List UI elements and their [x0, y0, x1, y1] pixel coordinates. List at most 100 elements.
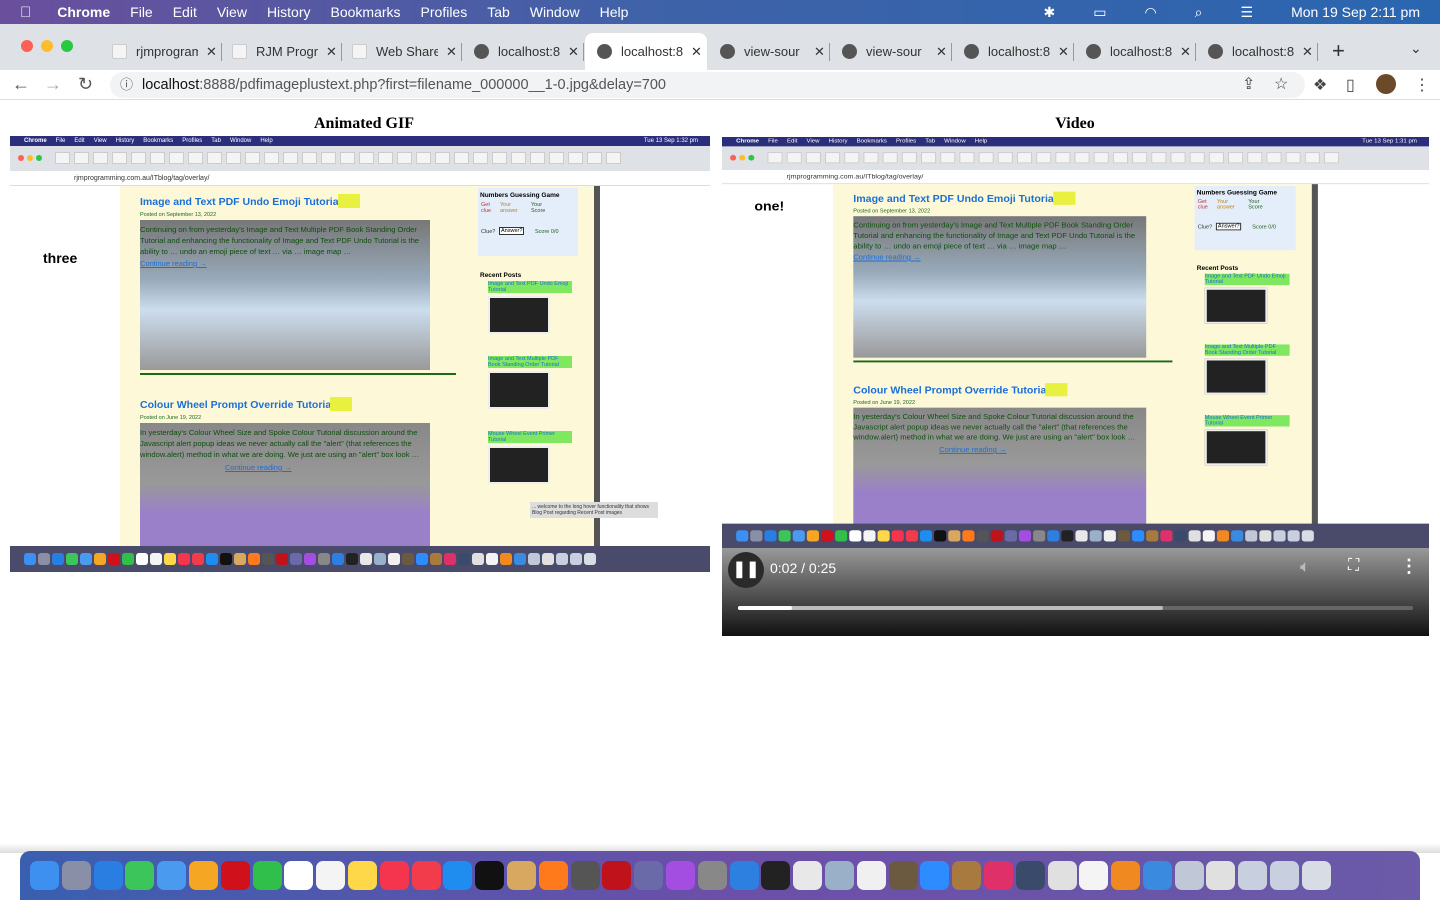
tab[interactable]: localhost:8 ✕ [585, 33, 707, 70]
dock-reminders-icon[interactable] [316, 861, 346, 890]
tab[interactable]: rjmprogram ✕ [100, 33, 222, 70]
tab[interactable]: view-sour ✕ [708, 33, 830, 70]
dock-gimp-icon[interactable] [888, 861, 918, 890]
tab-close-icon[interactable]: ✕ [691, 44, 702, 60]
extensions-icon[interactable]: ❖ [1313, 75, 1327, 95]
bookmark-star-icon[interactable]: ☆ [1274, 72, 1288, 98]
back-button[interactable]: ← [12, 74, 30, 95]
dock-opera-icon[interactable] [220, 861, 250, 890]
menu-help[interactable]: Help [600, 4, 629, 20]
inner-recent-post-link[interactable]: Mouse Wheel Event Primer Tutorial [488, 431, 572, 443]
inner-recent-post-link[interactable]: Image and Text Multiple PDF Book Standin… [488, 356, 572, 368]
more-options-icon[interactable]: ⋮ [1400, 556, 1418, 577]
inner-continue-link[interactable]: Continue reading → [225, 463, 292, 472]
dock-zoom-icon[interactable] [920, 861, 950, 890]
address-bar[interactable]: ⓘ localhost:8888/pdfimageplustext.php?fi… [110, 72, 1305, 98]
tab[interactable]: Web Share ✕ [340, 33, 462, 70]
dock-podcasts-icon[interactable] [665, 861, 695, 890]
zoom-window-button[interactable] [61, 40, 73, 52]
dock-filezilla-icon[interactable] [602, 861, 632, 890]
dock-firefox-icon[interactable] [538, 861, 568, 890]
dock-mail-icon[interactable] [157, 861, 187, 890]
dock-mamp-icon[interactable] [793, 861, 823, 890]
video-player[interactable]: Chrome File Edit View History Bookmarks Profil… [722, 137, 1429, 636]
dock-trash-icon[interactable] [1301, 861, 1331, 890]
tab[interactable]: localhost:8 ✕ [1074, 33, 1196, 70]
dock-xcode-icon[interactable] [729, 861, 759, 890]
dock-messages-icon[interactable] [125, 861, 155, 890]
dock-notes-icon[interactable] [347, 861, 377, 890]
spotlight-icon[interactable]: ⌕ [1195, 4, 1203, 21]
minimize-window-button[interactable] [41, 40, 53, 52]
tab-close-icon[interactable]: ✕ [568, 44, 579, 60]
tab[interactable]: view-sour ✕ [830, 33, 952, 70]
inner-recent-post-link[interactable]: Mouse Wheel Event Primer Tutorial [1204, 415, 1290, 427]
dock-news-icon[interactable] [411, 861, 441, 890]
dock-terminal-icon[interactable] [761, 861, 791, 890]
chrome-menu-icon[interactable]: ⋮ [1414, 75, 1430, 95]
reload-button[interactable]: ↻ [78, 74, 93, 95]
wifi-icon[interactable]: ◠ [1144, 4, 1156, 21]
dock-chrome-icon[interactable] [1047, 861, 1077, 890]
inner-continue-link[interactable]: Continue reading → [939, 445, 1006, 453]
dock-screenshots-2-icon[interactable] [1238, 861, 1268, 890]
dock-apple-tv-icon[interactable] [475, 861, 505, 890]
fullscreen-icon[interactable]: ⛶ [1348, 557, 1359, 575]
profile-avatar[interactable] [1376, 74, 1396, 94]
site-info-icon[interactable]: ⓘ [120, 72, 133, 98]
tab[interactable]: RJM Progr ✕ [220, 33, 342, 70]
tab-close-icon[interactable]: ✕ [326, 44, 337, 60]
dock-game-icon[interactable] [506, 861, 536, 890]
menu-edit[interactable]: Edit [173, 4, 197, 20]
inner-recent-post-link[interactable]: Image and Text PDF Undo Emoji Tutorial [1204, 273, 1290, 286]
dock-downloads-icon[interactable] [1174, 861, 1204, 890]
tab[interactable]: localhost:8 ✕ [1196, 33, 1318, 70]
video-seek-bar[interactable] [738, 606, 1413, 610]
dock-system-preferences-icon[interactable] [697, 861, 727, 890]
dock-document-icon[interactable] [1079, 861, 1109, 890]
battery-icon[interactable]: ▭ [1093, 4, 1106, 21]
tab[interactable]: localhost:8 ✕ [952, 33, 1074, 70]
volume-icon[interactable]: 🔈︎ [1300, 557, 1310, 577]
side-panel-icon[interactable]: ▯ [1346, 75, 1355, 95]
inner-get-clue[interactable]: Get clue [481, 202, 495, 214]
dock-textedit-icon[interactable] [856, 861, 886, 890]
tab-close-icon[interactable]: ✕ [446, 44, 457, 60]
dock-safari-icon[interactable] [93, 861, 123, 890]
dock-archive-icon[interactable] [952, 861, 982, 890]
apple-icon[interactable]:  [20, 4, 31, 21]
menu-tab[interactable]: Tab [487, 4, 510, 20]
dock-calendar-icon[interactable] [284, 861, 314, 890]
inner-continue-link[interactable]: Continue reading → [853, 253, 920, 261]
dock-bbedit-icon[interactable] [634, 861, 664, 890]
dock-launchpad-icon[interactable] [61, 861, 91, 890]
menu-file[interactable]: File [130, 4, 153, 20]
dock-music-icon[interactable] [379, 861, 409, 890]
tab-close-icon[interactable]: ✕ [1302, 44, 1313, 60]
dock-app-store-icon[interactable] [443, 861, 473, 890]
menu-window[interactable]: Window [530, 4, 580, 20]
dock-screenshots-icon[interactable] [1206, 861, 1236, 890]
close-window-button[interactable] [21, 40, 33, 52]
menu-view[interactable]: View [217, 4, 247, 20]
dock-photos-icon[interactable] [188, 861, 218, 890]
dock-mamp-2-icon[interactable] [1142, 861, 1172, 890]
dock-quicktime-icon[interactable] [1015, 861, 1045, 890]
pause-button[interactable]: ❚❚ [728, 552, 764, 588]
inner-recent-post-link[interactable]: Image and Text Multiple PDF Book Standin… [1204, 344, 1290, 356]
menu-bookmarks[interactable]: Bookmarks [331, 4, 401, 20]
dock-books-icon[interactable] [1111, 861, 1141, 890]
tab[interactable]: localhost:8 ✕ [462, 33, 584, 70]
tab-close-icon[interactable]: ✕ [936, 44, 947, 60]
inner-recent-post-link[interactable]: Image and Text PDF Undo Emoji Tutorial [488, 281, 572, 293]
control-center-icon[interactable]: ☰ [1241, 4, 1254, 21]
dock-finder-icon[interactable] [30, 861, 59, 890]
inner-answer-select[interactable]: Answer? [499, 227, 525, 235]
new-tab-button[interactable]: + [1332, 38, 1345, 64]
inner-answer-select[interactable]: Answer? [1215, 222, 1242, 231]
tab-close-icon[interactable]: ✕ [206, 44, 217, 60]
menu-app-name[interactable]: Chrome [57, 4, 110, 20]
tab-close-icon[interactable]: ✕ [1058, 44, 1069, 60]
clock[interactable]: Mon 19 Sep 2:11 pm [1291, 4, 1420, 20]
menu-profiles[interactable]: Profiles [421, 4, 468, 20]
